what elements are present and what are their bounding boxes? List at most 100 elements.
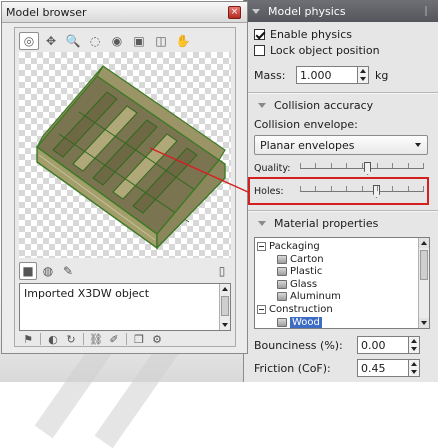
collapse-triangle-icon bbox=[252, 8, 260, 14]
new-doc-icon[interactable]: ▯ bbox=[213, 262, 231, 280]
scroll-down-icon[interactable] bbox=[419, 318, 429, 328]
tree-item[interactable]: Carton bbox=[277, 253, 324, 266]
model-physics-title: Model physics bbox=[268, 4, 346, 18]
scroll-up-icon[interactable] bbox=[222, 287, 228, 291]
tree-item-label: Plastic bbox=[290, 266, 323, 278]
crate-model bbox=[36, 65, 226, 250]
slider-tick bbox=[331, 163, 332, 168]
slider-tick bbox=[377, 163, 378, 168]
collapse-box-icon[interactable] bbox=[257, 242, 266, 251]
friction-input[interactable]: 0.45 bbox=[357, 359, 409, 377]
divider bbox=[244, 92, 438, 94]
scroll-up-icon[interactable] bbox=[419, 238, 429, 248]
mass-row: Mass: 1.000 kg bbox=[254, 66, 388, 84]
bounciness-label: Bounciness (%): bbox=[254, 338, 343, 352]
slider-tick bbox=[346, 163, 347, 168]
close-button[interactable]: × bbox=[228, 6, 241, 19]
scroll-down-icon[interactable] bbox=[222, 323, 228, 327]
hand-icon[interactable]: ✋ bbox=[173, 32, 193, 50]
lock-position-row[interactable]: Lock object position bbox=[254, 44, 380, 57]
description-scroll-thumb[interactable] bbox=[221, 296, 229, 316]
texture-icon[interactable]: ◍ bbox=[39, 262, 57, 280]
rotate-icon[interactable]: ◌ bbox=[85, 32, 105, 50]
settings-icon[interactable]: ⚙ bbox=[148, 331, 166, 347]
tree-scrollbar[interactable] bbox=[418, 238, 429, 328]
toolbar-separator bbox=[83, 333, 84, 345]
enable-physics-row[interactable]: Enable physics bbox=[254, 28, 352, 41]
zoom-icon[interactable]: 🔍 bbox=[63, 32, 83, 50]
lock-position-label: Lock object position bbox=[270, 44, 380, 57]
link-icon[interactable]: ⛓ bbox=[87, 331, 105, 347]
material-icon bbox=[277, 254, 287, 264]
camera-icon[interactable]: ◫ bbox=[151, 32, 171, 50]
viewport-mode-bar: ■ ◍ ✎ ▯ bbox=[19, 262, 231, 280]
tree-item[interactable]: Plastic bbox=[277, 265, 322, 278]
crate-icon[interactable]: ■ bbox=[19, 262, 37, 280]
lock-position-checkbox[interactable] bbox=[254, 45, 265, 56]
friction-spinner[interactable] bbox=[409, 359, 420, 377]
3d-viewport[interactable] bbox=[19, 52, 231, 258]
half-circle-icon[interactable]: ◐ bbox=[44, 331, 62, 347]
brush-icon[interactable]: ✐ bbox=[105, 331, 123, 347]
material-icon bbox=[277, 279, 287, 289]
bounciness-row: Bounciness (%): 0.00 bbox=[254, 336, 420, 354]
spin-up-icon[interactable] bbox=[411, 362, 417, 366]
envelope-label: Collision envelope: bbox=[254, 118, 358, 131]
material-tree[interactable]: Packaging Carton Plastic Glass Aluminum Const… bbox=[254, 237, 430, 329]
move-icon[interactable]: ✥ bbox=[41, 32, 61, 50]
description-scrollbar[interactable] bbox=[219, 284, 230, 330]
spin-up-icon[interactable] bbox=[360, 69, 366, 73]
quality-label: Quality: bbox=[254, 162, 291, 174]
tree-item[interactable]: Wood bbox=[277, 316, 322, 328]
edit-icon[interactable]: ✎ bbox=[59, 262, 77, 280]
collapse-box-icon[interactable] bbox=[257, 305, 266, 314]
tree-item[interactable]: Glass bbox=[277, 278, 317, 291]
collapse-triangle-icon bbox=[258, 103, 266, 108]
tree-item-label: Construction bbox=[269, 304, 333, 315]
collision-envelope-select[interactable]: Planar envelopes bbox=[254, 135, 428, 155]
collision-accuracy-header[interactable]: Collision accuracy bbox=[258, 99, 373, 112]
refresh-icon[interactable]: ↻ bbox=[62, 331, 80, 347]
material-properties-title: Material properties bbox=[274, 217, 379, 230]
target-icon[interactable]: ◉ bbox=[107, 32, 127, 50]
collapse-triangle-icon bbox=[258, 221, 266, 226]
tree-item-label: Packaging bbox=[269, 241, 320, 252]
model-browser-titlebar[interactable]: Model browser × bbox=[2, 2, 247, 23]
pin-icon[interactable] bbox=[425, 6, 433, 16]
quality-slider-track[interactable] bbox=[300, 162, 424, 175]
material-properties-header[interactable]: Material properties bbox=[258, 217, 378, 230]
quality-slider-row: Quality: bbox=[254, 158, 428, 178]
frame-icon[interactable]: ▣ bbox=[129, 32, 149, 50]
object-description-text: Imported X3DW object bbox=[24, 287, 150, 300]
slider-tick bbox=[300, 163, 301, 168]
bounciness-spinner[interactable] bbox=[409, 336, 420, 354]
spin-down-icon[interactable] bbox=[360, 77, 366, 81]
duplicate-icon[interactable]: ❐ bbox=[130, 331, 148, 347]
model-physics-header[interactable]: Model physics bbox=[244, 0, 438, 22]
toolbar-separator bbox=[126, 333, 127, 345]
bounciness-input[interactable]: 0.00 bbox=[357, 336, 409, 354]
slider-tick bbox=[315, 163, 316, 168]
friction-row: Friction (CoF): 0.45 bbox=[254, 359, 420, 377]
tree-item-label: Aluminum bbox=[290, 291, 341, 303]
object-description[interactable]: Imported X3DW object bbox=[19, 283, 231, 331]
enable-physics-label: Enable physics bbox=[270, 28, 352, 41]
view-icon[interactable]: ◎ bbox=[19, 32, 39, 50]
spin-down-icon[interactable] bbox=[411, 347, 417, 351]
tree-group[interactable]: Packaging bbox=[257, 240, 320, 253]
spin-down-icon[interactable] bbox=[411, 370, 417, 374]
tree-item[interactable]: Aluminum bbox=[277, 290, 341, 303]
tree-scroll-thumb[interactable] bbox=[420, 250, 428, 280]
browser-bottom-toolbar: ⚑ ◐ ↻ ⛓ ✐ ❐ ⚙ bbox=[19, 331, 166, 347]
mass-input[interactable]: 1.000 bbox=[296, 66, 358, 84]
mass-spinner[interactable] bbox=[358, 66, 369, 84]
slider-tick bbox=[423, 163, 424, 168]
tree-item-label: Carton bbox=[290, 253, 324, 265]
flag-icon[interactable]: ⚑ bbox=[19, 331, 37, 347]
spin-up-icon[interactable] bbox=[411, 339, 417, 343]
divider bbox=[244, 210, 438, 212]
quality-slider-thumb[interactable] bbox=[364, 162, 371, 175]
friction-label: Friction (CoF): bbox=[254, 361, 331, 375]
enable-physics-checkbox[interactable] bbox=[254, 29, 265, 40]
tree-group[interactable]: Construction bbox=[257, 303, 333, 316]
